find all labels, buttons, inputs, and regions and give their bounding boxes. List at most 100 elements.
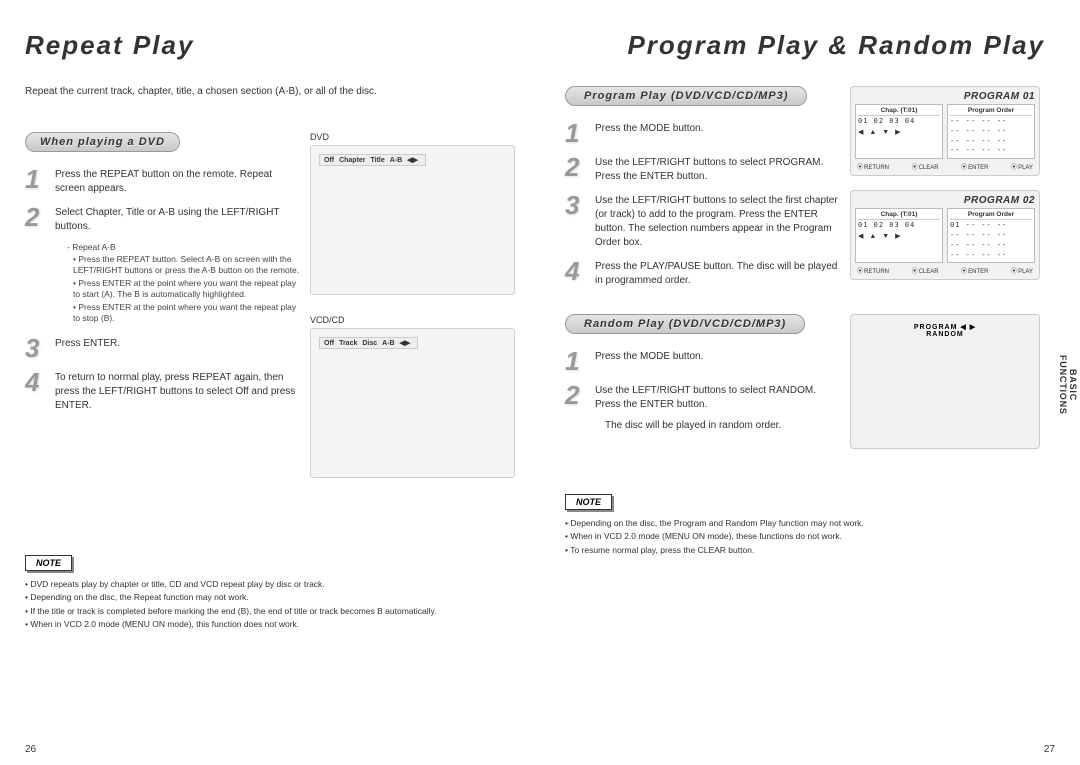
step-number: 4 [25,369,55,413]
side-tab-line2: FUNCTIONS [1058,355,1068,415]
bar-item: Track [339,340,357,347]
step-number: 3 [565,192,595,250]
bar-item: Off [324,340,334,347]
left-notes: NOTE DVD repeats play by chapter or titl… [25,553,515,631]
step-number: 2 [565,154,595,184]
bar-item: A-B [390,157,402,164]
screen-bar-vcdcd: Off Track Disc A-B ◀▶ [319,337,418,349]
program-screen-1: PROGRAM 01 Chap. (T:01) 01 02 03 04 ◀ ▲ … [850,86,1040,176]
step-text: Press the REPEAT button on the remote. R… [55,166,300,196]
step-number: 1 [565,348,595,374]
note-item: When in VCD 2.0 mode (MENU ON mode), the… [565,531,1045,542]
note-item: When in VCD 2.0 mode (MENU ON mode), thi… [25,619,515,630]
note-item: DVD repeats play by chapter or title, CD… [25,579,515,590]
order-header: Program Order [950,107,1032,116]
order-row: -- -- -- -- [950,117,1032,127]
order-row: 01 -- -- -- [950,221,1032,231]
pill-random-play: Random Play (DVD/VCD/CD/MP3) [565,314,805,334]
chap-header: Chap. (T:01) [858,211,940,220]
bar-item: Chapter [339,157,365,164]
left-title: Repeat Play [25,30,515,61]
program-title: PROGRAM 02 [855,195,1035,206]
right-notes: NOTE Depending on the disc, the Program … [565,492,1045,556]
chap-box: Chap. (T:01) 01 02 03 04 ◀ ▲ ▼ ▶ [855,104,943,159]
bar-item: Title [370,157,384,164]
foot-enter: ENTER [961,266,988,275]
pill-when-playing-dvd: When playing a DVD [25,132,180,152]
step-text: To return to normal play, press REPEAT a… [55,369,300,413]
chap-header: Chap. (T:01) [858,107,940,116]
sub-bullet: Press the REPEAT button. Select A-B on s… [73,254,300,277]
program-screen-2: PROGRAM 02 Chap. (T:01) 01 02 03 04 ◀ ▲ … [850,190,1040,280]
step-text: Press the PLAY/PAUSE button. The disc wi… [595,258,840,288]
step-text: Use the LEFT/RIGHT buttons to select the… [595,192,840,250]
pill-program-play: Program Play (DVD/VCD/CD/MP3) [565,86,807,106]
foot-return: RETURN [857,266,889,275]
prog-step-4: 4 Press the PLAY/PAUSE button. The disc … [565,258,840,288]
chap-cells: 01 02 03 04 [858,221,940,231]
note-label: NOTE [25,555,72,571]
step-number: 2 [565,382,595,412]
arrow-icons: ◀ ▲ ▼ ▶ [858,128,940,136]
chap-box: Chap. (T:01) 01 02 03 04 ◀ ▲ ▼ ▶ [855,208,943,263]
bar-item: A-B [382,340,394,347]
screen-bar-dvd: Off Chapter Title A-B ◀▶ [319,154,426,166]
sub-bullet: Press ENTER at the point where you want … [73,302,300,325]
left-step-4: 4 To return to normal play, press REPEAT… [25,369,300,413]
order-box: Program Order -- -- -- -- -- -- -- -- --… [947,104,1035,159]
sub-head: - Repeat A-B [67,242,300,252]
program-title: PROGRAM 01 [855,91,1035,102]
note-item: Depending on the disc, the Program and R… [565,518,1045,529]
order-row: -- -- -- -- [950,127,1032,137]
foot-clear: CLEAR [912,162,939,171]
prog-step-1: 1 Press the MODE button. [565,120,840,146]
page-number-left: 26 [25,744,36,755]
screen-vcdcd: Off Track Disc A-B ◀▶ [310,328,515,478]
step-text: Use the LEFT/RIGHT buttons to select RAN… [595,382,840,412]
random-result-text: The disc will be played in random order. [605,420,840,431]
bar-item: Disc [362,340,377,347]
prog-step-3: 3 Use the LEFT/RIGHT buttons to select t… [565,192,840,250]
rand-step-2: 2 Use the LEFT/RIGHT buttons to select R… [565,382,840,412]
screen-dvd: Off Chapter Title A-B ◀▶ [310,145,515,295]
chap-cells: 01 02 03 04 [858,117,940,127]
left-step-2: 2 Select Chapter, Title or A-B using the… [25,204,300,234]
side-tab-line1: BASIC [1068,369,1078,401]
left-step-1: 1 Press the REPEAT button on the remote.… [25,166,300,196]
screen-caption-dvd: DVD [310,132,515,142]
step-number: 1 [565,120,595,146]
sub-bullet: Press ENTER at the point where you want … [73,278,300,301]
order-box: Program Order 01 -- -- -- -- -- -- -- --… [947,208,1035,263]
foot-enter: ENTER [961,162,988,171]
random-screen: PROGRAM ◀ ▶ RANDOM [850,314,1040,449]
step-number: 1 [25,166,55,196]
note-item: To resume normal play, press the CLEAR b… [565,545,1045,556]
foot-clear: CLEAR [912,266,939,275]
repeat-ab-subsection: - Repeat A-B Press the REPEAT button. Se… [67,242,300,325]
arrow-icons: ◀ ▲ ▼ ▶ [858,232,940,240]
right-title: Program Play & Random Play [565,30,1045,61]
prog-step-2: 2 Use the LEFT/RIGHT buttons to select P… [565,154,840,184]
step-number: 4 [565,258,595,288]
step-text: Use the LEFT/RIGHT buttons to select PRO… [595,154,840,184]
order-row: -- -- -- -- [950,137,1032,147]
page-right: Program Play & Random Play Program Play … [540,0,1080,765]
step-text: Press the MODE button. [595,348,703,374]
note-label: NOTE [565,494,612,510]
order-row: -- -- -- -- [950,146,1032,156]
step-text: Press the MODE button. [595,120,703,146]
page-left: Repeat Play Repeat the current track, ch… [0,0,540,765]
order-row: -- -- -- -- [950,231,1032,241]
left-intro: Repeat the current track, chapter, title… [25,86,515,97]
bar-item: ◀▶ [399,340,410,347]
note-item: Depending on the disc, the Repeat functi… [25,592,515,603]
step-number: 3 [25,335,55,361]
foot-play: PLAY [1011,162,1033,171]
step-text: Select Chapter, Title or A-B using the L… [55,204,300,234]
bar-item: ◀▶ [407,157,418,164]
screen-caption-vcdcd: VCD/CD [310,315,515,325]
foot-play: PLAY [1011,266,1033,275]
page-number-right: 27 [1044,744,1055,755]
step-text: Press ENTER. [55,335,120,361]
step-number: 2 [25,204,55,234]
